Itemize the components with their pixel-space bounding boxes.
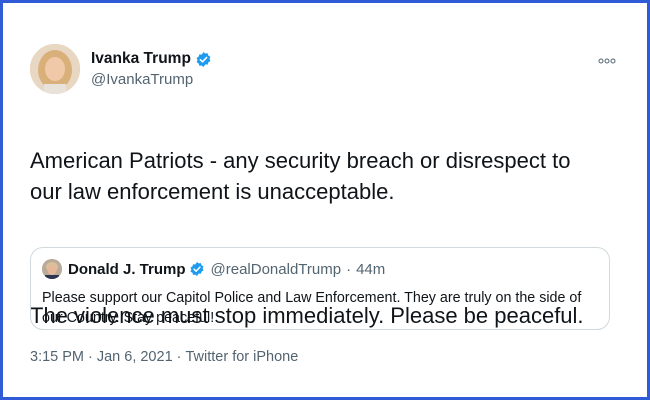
- quoted-meta-separator: ·: [346, 260, 352, 278]
- footer-separator: ·: [176, 349, 182, 365]
- author-name-row: Ivanka Trump: [91, 49, 212, 69]
- screenshot-frame: Ivanka Trump @IvankaTrump American Patri…: [0, 0, 650, 400]
- more-options-icon[interactable]: [598, 55, 616, 67]
- tweet-card: Ivanka Trump @IvankaTrump American Patri…: [30, 41, 620, 365]
- quoted-tweet-header: Donald J. Trump @realDonaldTrump · 44m: [42, 259, 385, 279]
- quoted-author-avatar-image: [42, 259, 62, 279]
- tweet-header: Ivanka Trump @IvankaTrump: [30, 41, 620, 103]
- author-handle[interactable]: @IvankaTrump: [91, 71, 212, 88]
- author-avatar[interactable]: [30, 44, 80, 94]
- tweet-time[interactable]: 3:15 PM: [30, 349, 84, 365]
- quoted-author-name: Donald J. Trump: [68, 260, 186, 278]
- tweet-source[interactable]: Twitter for iPhone: [185, 349, 298, 365]
- quoted-tweet-text: Please support our Capitol Police and La…: [42, 290, 582, 326]
- quoted-author-avatar: [42, 259, 62, 279]
- verified-badge-icon: [196, 51, 211, 67]
- tweet-paragraph: American Patriots - any security breach …: [30, 148, 571, 204]
- quoted-author-handle: @realDonaldTrump: [210, 260, 342, 278]
- footer-separator: ·: [88, 349, 93, 365]
- verified-badge-icon: [190, 262, 203, 276]
- author-display-name[interactable]: Ivanka Trump: [91, 50, 191, 68]
- tweet-date[interactable]: Jan 6, 2021: [97, 349, 173, 365]
- author-avatar-image: [30, 44, 80, 94]
- quoted-time-ago: 44m: [356, 260, 386, 278]
- more-options-dots: [598, 58, 616, 64]
- quoted-tweet[interactable]: Donald J. Trump @realDonaldTrump · 44m P…: [30, 247, 610, 330]
- tweet-footer: 3:15 PM · Jan 6, 2021 · Twitter for iPhone: [30, 349, 298, 365]
- author-info: Ivanka Trump @IvankaTrump: [91, 49, 212, 88]
